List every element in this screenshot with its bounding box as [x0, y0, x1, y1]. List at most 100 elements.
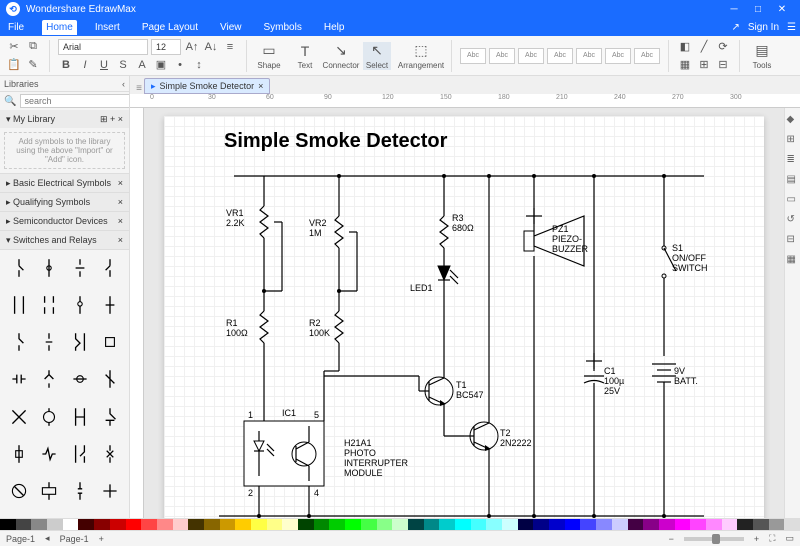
symbol-item[interactable]	[67, 293, 93, 317]
line-icon[interactable]: ╱	[696, 39, 712, 55]
symbol-item[interactable]	[36, 293, 62, 317]
highlight-icon[interactable]: ▣	[153, 57, 169, 73]
panel-comments-icon[interactable]: ⊟	[787, 234, 799, 246]
style-preset[interactable]: Abc	[634, 48, 660, 64]
italic-icon[interactable]: I	[77, 57, 93, 73]
symbol-item[interactable]	[67, 330, 93, 354]
color-swatch[interactable]	[361, 519, 377, 530]
symbol-item[interactable]	[6, 405, 32, 429]
tools-button[interactable]: ▤Tools	[748, 42, 776, 70]
color-swatch[interactable]	[251, 519, 267, 530]
color-swatch[interactable]	[471, 519, 487, 530]
add-page-icon[interactable]: +	[99, 534, 104, 544]
bold-icon[interactable]: B	[58, 57, 74, 73]
color-swatch[interactable]	[188, 519, 204, 530]
spacing-icon[interactable]: ↕	[191, 57, 207, 73]
color-swatch[interactable]	[769, 519, 785, 530]
symbol-item[interactable]	[97, 256, 123, 280]
tab-close-icon[interactable]: ×	[258, 81, 263, 91]
fit-page-icon[interactable]: ⛶	[769, 533, 775, 544]
panel-history-icon[interactable]: ↺	[787, 214, 799, 226]
zoom-out-icon[interactable]: −	[669, 534, 674, 544]
style-preset[interactable]: Abc	[576, 48, 602, 64]
color-swatch[interactable]	[204, 519, 220, 530]
style-preset[interactable]: Abc	[460, 48, 486, 64]
text-tool[interactable]: TText	[291, 42, 319, 70]
color-swatch[interactable]	[580, 519, 596, 530]
cut-icon[interactable]: ✂	[6, 39, 22, 55]
arrangement-tool[interactable]: ⬚Arrangement	[399, 42, 443, 70]
symbol-item[interactable]	[36, 479, 62, 503]
select-tool[interactable]: ↖Select	[363, 42, 391, 70]
fullscreen-icon[interactable]: ▭	[785, 533, 794, 544]
connector-tool[interactable]: ↘Connector	[327, 42, 355, 70]
document-tab[interactable]: ▸ Simple Smoke Detector ×	[144, 78, 270, 94]
acc-switches[interactable]: ▾ Switches and Relays×	[0, 231, 129, 249]
color-swatch[interactable]	[659, 519, 675, 530]
minimize-button[interactable]: ─	[722, 4, 746, 15]
shape-tool[interactable]: ▭Shape	[255, 42, 283, 70]
format-painter-icon[interactable]: ✎	[25, 57, 41, 73]
color-palette[interactable]	[0, 518, 800, 530]
fontcolor-icon[interactable]: A	[134, 57, 150, 73]
tablist-icon[interactable]: ≡	[134, 83, 144, 94]
symbol-item[interactable]	[36, 330, 62, 354]
color-swatch[interactable]	[345, 519, 361, 530]
menu-pagelayout[interactable]: Page Layout	[138, 20, 202, 35]
menu-symbols[interactable]: Symbols	[260, 20, 306, 35]
acc-qualifying[interactable]: ▸ Qualifying Symbols×	[0, 193, 129, 211]
color-swatch[interactable]	[565, 519, 581, 530]
align2-icon[interactable]: ⊟	[715, 57, 731, 73]
color-swatch[interactable]	[220, 519, 236, 530]
page-nav-prev-icon[interactable]: ◂	[45, 533, 50, 544]
color-swatch[interactable]	[16, 519, 32, 530]
panel-data-icon[interactable]: ▦	[787, 254, 799, 266]
color-swatch[interactable]	[722, 519, 738, 530]
color-swatch[interactable]	[329, 519, 345, 530]
symbol-item[interactable]	[97, 367, 123, 391]
style-preset[interactable]: Abc	[547, 48, 573, 64]
color-swatch[interactable]	[737, 519, 753, 530]
fill-icon[interactable]: ◧	[677, 39, 693, 55]
symbol-item[interactable]	[36, 442, 62, 466]
symbol-item[interactable]	[36, 367, 62, 391]
style-preset[interactable]: Abc	[489, 48, 515, 64]
symbol-item[interactable]	[97, 405, 123, 429]
symbol-item[interactable]	[6, 479, 32, 503]
color-swatch[interactable]	[47, 519, 63, 530]
color-swatch[interactable]	[455, 519, 471, 530]
color-swatch[interactable]	[314, 519, 330, 530]
menu-insert[interactable]: Insert	[91, 20, 124, 35]
symbol-item[interactable]	[67, 367, 93, 391]
color-swatch[interactable]	[784, 519, 800, 530]
color-swatch[interactable]	[298, 519, 314, 530]
symbol-item[interactable]	[67, 256, 93, 280]
color-swatch[interactable]	[706, 519, 722, 530]
color-swatch[interactable]	[424, 519, 440, 530]
align-icon[interactable]: ≡	[222, 39, 238, 55]
color-swatch[interactable]	[753, 519, 769, 530]
color-swatch[interactable]	[31, 519, 47, 530]
color-swatch[interactable]	[612, 519, 628, 530]
color-swatch[interactable]	[377, 519, 393, 530]
color-swatch[interactable]	[675, 519, 691, 530]
symbol-item[interactable]	[67, 479, 93, 503]
page-indicator[interactable]: Page-1	[6, 534, 35, 544]
symbol-item[interactable]	[97, 479, 123, 503]
symbol-item[interactable]	[6, 367, 32, 391]
maximize-button[interactable]: □	[746, 4, 770, 15]
zoom-in-icon[interactable]: +	[754, 534, 759, 544]
symbol-item[interactable]	[36, 256, 62, 280]
style-preset[interactable]: Abc	[605, 48, 631, 64]
panel-theme-icon[interactable]: ◆	[787, 114, 799, 126]
fontsize-select[interactable]: 12	[151, 39, 181, 55]
color-swatch[interactable]	[78, 519, 94, 530]
search-input[interactable]	[20, 94, 130, 108]
acc-mylibrary[interactable]: ▾ My Library⊞ + ×	[0, 110, 129, 128]
font-decrease-icon[interactable]: A↓	[203, 39, 219, 55]
page-tab[interactable]: Page-1	[60, 534, 89, 544]
color-swatch[interactable]	[157, 519, 173, 530]
color-swatch[interactable]	[282, 519, 298, 530]
panel-layers-icon[interactable]: ≣	[787, 154, 799, 166]
color-swatch[interactable]	[392, 519, 408, 530]
